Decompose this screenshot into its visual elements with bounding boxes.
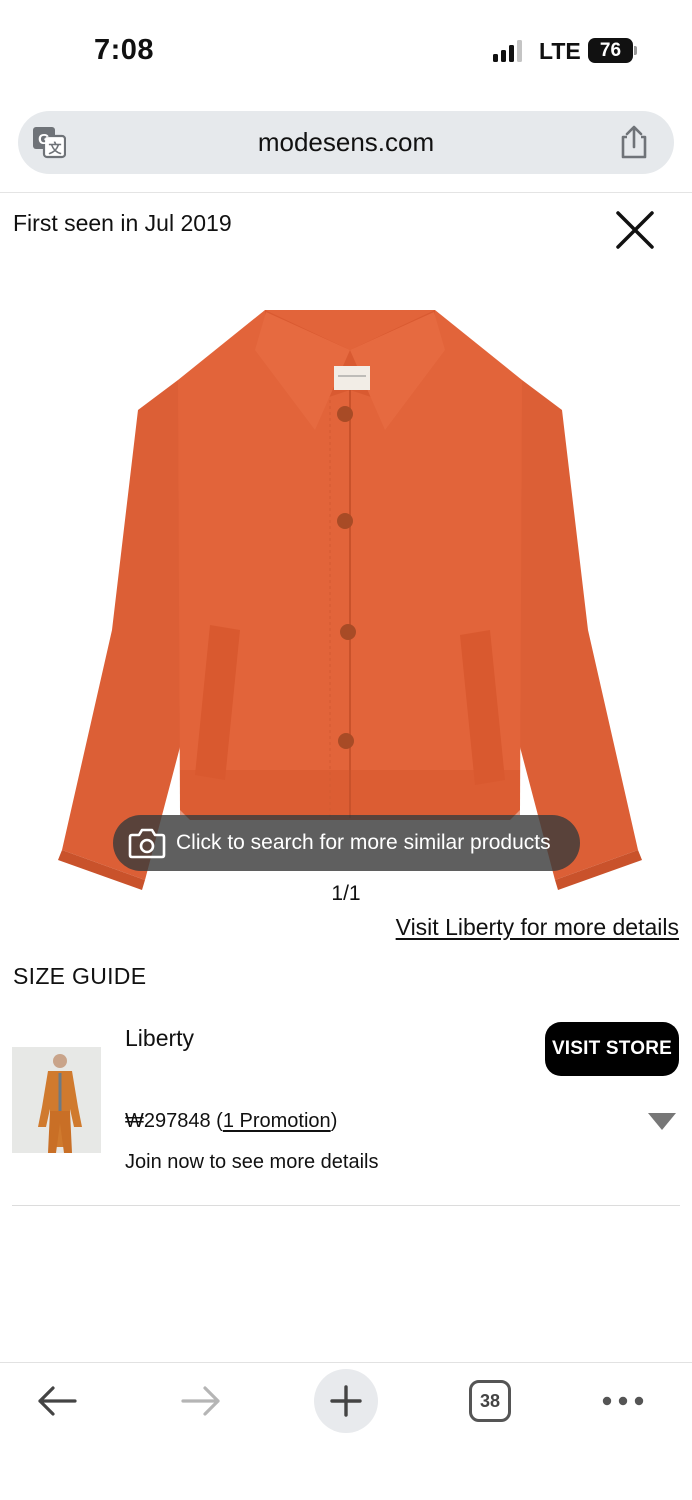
first-seen-label: First seen in Jul 2019 (13, 210, 232, 236)
promotion-link[interactable]: 1 Promotion (223, 1110, 331, 1132)
battery-icon: 76 (588, 38, 633, 63)
status-time: 7:08 (94, 34, 155, 66)
signal-icon (493, 40, 523, 62)
store-product-thumbnail[interactable] (12, 1047, 101, 1153)
tabs-count: 38 (469, 1380, 511, 1422)
camera-icon (128, 828, 166, 859)
visit-store-button[interactable]: VISIT STORE (545, 1022, 679, 1076)
plus-icon (330, 1385, 362, 1417)
new-tab-button[interactable] (314, 1369, 378, 1433)
toolbar-divider (0, 1362, 692, 1363)
header-divider (0, 192, 692, 193)
forward-arrow-icon (181, 1386, 220, 1416)
price-row: ₩297848 (1 Promotion) (125, 1110, 337, 1133)
promo-open-paren: ( (210, 1110, 223, 1132)
store-divider (12, 1205, 680, 1206)
battery-level: 76 (599, 39, 622, 61)
network-type: LTE (539, 38, 581, 64)
url-text[interactable]: modesens.com (18, 127, 674, 158)
status-bar: 7:08 LTE 76 (0, 0, 692, 100)
address-bar[interactable]: G 文 modesens.com (18, 111, 674, 174)
more-dots-icon (602, 1396, 644, 1406)
size-guide-link[interactable]: SIZE GUIDE (13, 963, 146, 990)
search-similar-button[interactable]: Click to search for more similar product… (113, 815, 580, 871)
back-arrow-icon (38, 1386, 77, 1416)
back-button[interactable] (32, 1375, 82, 1427)
visit-store-details-link[interactable]: Visit Liberty for more details (396, 914, 679, 941)
more-button[interactable] (598, 1375, 648, 1427)
product-image[interactable] (50, 290, 650, 890)
expand-arrow-icon[interactable] (648, 1113, 676, 1130)
join-prompt: Join now to see more details (125, 1151, 379, 1173)
store-name: Liberty (125, 1025, 195, 1051)
price: ₩297848 (125, 1110, 211, 1132)
forward-button[interactable] (176, 1375, 226, 1427)
battery-tip (634, 46, 637, 55)
promo-close-paren: ) (330, 1110, 338, 1132)
image-pager: 1/1 (331, 882, 361, 905)
close-icon[interactable] (612, 207, 658, 253)
share-icon[interactable] (618, 125, 650, 159)
tabs-button[interactable]: 38 (468, 1375, 512, 1427)
search-similar-label: Click to search for more similar product… (176, 831, 551, 854)
